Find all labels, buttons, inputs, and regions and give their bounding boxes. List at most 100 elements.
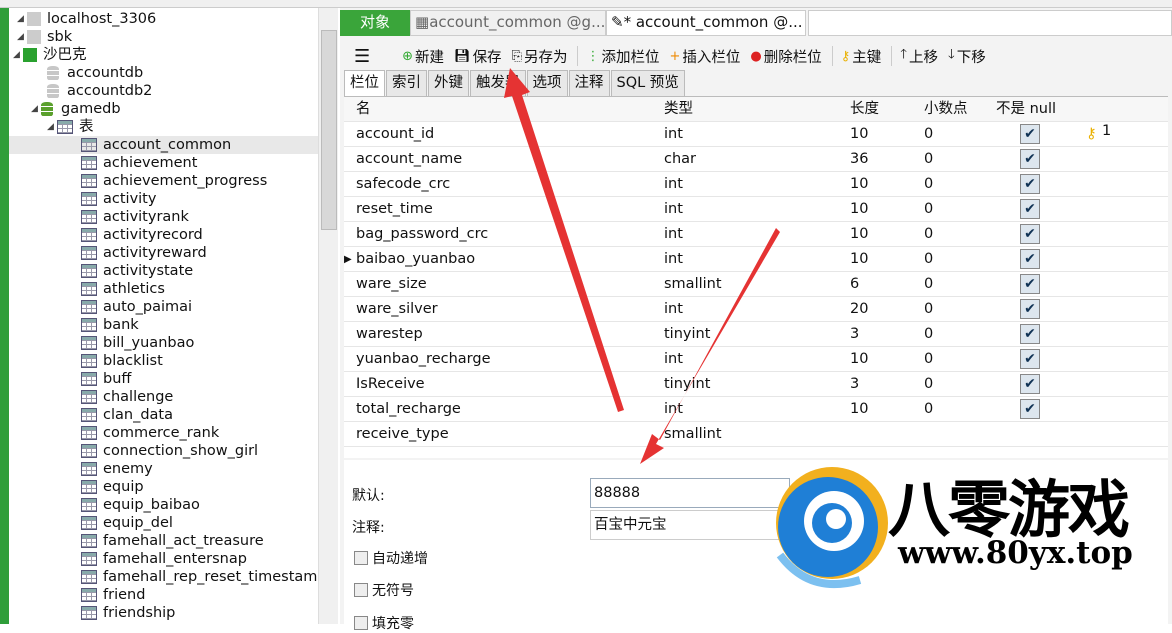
table-item-bill-yuanbao[interactable]: bill_yuanbao xyxy=(81,334,194,352)
table-row[interactable]: bag_password_crc int 10 0 ✔ xyxy=(344,222,1168,247)
primary-key-button[interactable]: ⚷ 主键 xyxy=(841,46,882,67)
column-header[interactable]: 类型 xyxy=(664,97,693,122)
table-item-activitystate[interactable]: activitystate xyxy=(81,262,193,280)
cell-len[interactable]: 20 xyxy=(850,297,868,322)
table-item-connection-show-girl[interactable]: connection_show_girl xyxy=(81,442,258,460)
connection-shabake[interactable]: ◢ 沙巴克 xyxy=(13,46,87,64)
subtab-1[interactable]: 索引 xyxy=(386,70,427,96)
cell-len[interactable]: 36 xyxy=(850,147,868,172)
table-row[interactable]: ▶ baibao_yuanbao int 10 0 ✔ xyxy=(344,247,1168,272)
table-row[interactable]: IsReceive tinyint 3 0 ✔ xyxy=(344,372,1168,397)
cell-name[interactable]: bag_password_crc xyxy=(356,222,488,247)
cell-dec[interactable]: 0 xyxy=(924,247,933,272)
cell-type[interactable]: tinyint xyxy=(664,372,710,397)
not-null-checkbox[interactable]: ✔ xyxy=(1020,324,1040,344)
cell-len[interactable]: 10 xyxy=(850,347,868,372)
not-null-checkbox[interactable]: ✔ xyxy=(1020,274,1040,294)
cell-name[interactable]: safecode_crc xyxy=(356,172,450,197)
tab-account-common[interactable]: ▦account_common @g... xyxy=(410,10,606,36)
table-item-clan-data[interactable]: clan_data xyxy=(81,406,173,424)
cell-len[interactable]: 10 xyxy=(850,172,868,197)
table-item-equip[interactable]: equip xyxy=(81,478,144,496)
table-row[interactable]: total_recharge int 10 0 ✔ xyxy=(344,397,1168,422)
cell-name[interactable]: account_name xyxy=(356,147,462,172)
table-item-friend[interactable]: friend xyxy=(81,586,145,604)
table-row[interactable]: yuanbao_recharge int 10 0 ✔ xyxy=(344,347,1168,372)
table-item-blacklist[interactable]: blacklist xyxy=(81,352,163,370)
cell-dec[interactable]: 0 xyxy=(924,272,933,297)
comment-input[interactable]: 百宝中元宝 xyxy=(590,510,790,540)
cell-len[interactable]: 10 xyxy=(850,397,868,422)
subtab-4[interactable]: 选项 xyxy=(526,70,568,96)
table-item-auto-paimai[interactable]: auto_paimai xyxy=(81,298,192,316)
cell-name[interactable]: yuanbao_recharge xyxy=(356,347,491,372)
sidebar-scrollbar[interactable] xyxy=(318,8,338,624)
cell-len[interactable]: 6 xyxy=(850,272,859,297)
not-null-checkbox[interactable]: ✔ xyxy=(1020,374,1040,394)
cell-name[interactable]: warestep xyxy=(356,322,423,347)
cell-type[interactable]: int xyxy=(664,297,683,322)
move-down-button[interactable]: 🡓 下移 xyxy=(948,45,986,67)
database-gamedb[interactable]: ◢ gamedb xyxy=(31,100,121,118)
expand-triangle-icon[interactable]: ◢ xyxy=(17,28,27,46)
cell-dec[interactable]: 0 xyxy=(924,347,933,372)
cell-type[interactable]: int xyxy=(664,397,683,422)
table-item-achievement-progress[interactable]: achievement_progress xyxy=(81,172,267,190)
zerofill-checkbox[interactable]: 填充零 xyxy=(354,613,414,633)
table-row[interactable]: account_id int 10 0 ✔ ⚷ 1 xyxy=(344,122,1168,147)
table-item-commerce-rank[interactable]: commerce_rank xyxy=(81,424,219,442)
cell-name[interactable]: ware_silver xyxy=(356,297,438,322)
table-item-famehall-entersnap[interactable]: famehall_entersnap xyxy=(81,550,247,568)
cell-type[interactable]: int xyxy=(664,222,683,247)
cell-dec[interactable]: 0 xyxy=(924,122,933,147)
scrollbar-thumb[interactable] xyxy=(321,30,337,230)
cell-len[interactable]: 3 xyxy=(850,372,859,397)
tab-objects[interactable]: 对象 xyxy=(340,10,410,36)
connection-localhost[interactable]: ◢ localhost_3306 xyxy=(17,10,156,28)
table-row[interactable]: receive_type smallint xyxy=(344,422,1168,447)
table-item-equip-baibao[interactable]: equip_baibao xyxy=(81,496,200,514)
cell-type[interactable]: int xyxy=(664,247,683,272)
cell-len[interactable]: 3 xyxy=(850,322,859,347)
subtab-6[interactable]: SQL 预览 xyxy=(610,70,685,96)
table-row[interactable]: account_name char 36 0 ✔ xyxy=(344,147,1168,172)
table-item-buff[interactable]: buff xyxy=(81,370,131,388)
table-row[interactable]: warestep tinyint 3 0 ✔ xyxy=(344,322,1168,347)
cell-type[interactable]: int xyxy=(664,172,683,197)
cell-dec[interactable]: 0 xyxy=(924,372,933,397)
table-item-friendship[interactable]: friendship xyxy=(81,604,175,622)
not-null-checkbox[interactable]: ✔ xyxy=(1020,174,1040,194)
add-field-button[interactable]: ⋮ 添加栏位 xyxy=(586,46,659,67)
not-null-checkbox[interactable]: ✔ xyxy=(1020,124,1040,144)
expand-triangle-icon[interactable]: ◢ xyxy=(31,100,41,118)
table-item-famehall-rep-reset-timestam[interactable]: famehall_rep_reset_timestam xyxy=(81,568,317,586)
subtab-0[interactable]: 栏位 xyxy=(344,70,385,97)
cell-type[interactable]: int xyxy=(664,122,683,147)
cell-name[interactable]: receive_type xyxy=(356,422,449,447)
column-header[interactable]: 长度 xyxy=(850,97,879,122)
cell-type[interactable]: tinyint xyxy=(664,322,710,347)
cell-dec[interactable]: 0 xyxy=(924,172,933,197)
cell-len[interactable]: 10 xyxy=(850,222,868,247)
cell-dec[interactable]: 0 xyxy=(924,222,933,247)
table-item-achievement[interactable]: achievement xyxy=(81,154,197,172)
table-item-enemy[interactable]: enemy xyxy=(81,460,153,478)
tables-folder[interactable]: ◢ 表 xyxy=(47,118,94,136)
cell-name[interactable]: total_recharge xyxy=(356,397,461,422)
subtab-5[interactable]: 注释 xyxy=(568,70,610,96)
cell-type[interactable]: char xyxy=(664,147,696,172)
not-null-checkbox[interactable]: ✔ xyxy=(1020,249,1040,269)
unsigned-checkbox[interactable]: 无符号 xyxy=(354,580,414,600)
cell-type[interactable]: int xyxy=(664,347,683,372)
cell-dec[interactable]: 0 xyxy=(924,397,933,422)
tab-account-common-design[interactable]: ✎* account_common @... xyxy=(606,10,806,36)
table-item-activity[interactable]: activity xyxy=(81,190,156,208)
database-accountdb[interactable]: accountdb xyxy=(47,64,143,82)
table-item-athletics[interactable]: athletics xyxy=(81,280,165,298)
cell-type[interactable]: smallint xyxy=(664,272,722,297)
table-item-equip-del[interactable]: equip_del xyxy=(81,514,173,532)
expand-triangle-icon[interactable]: ◢ xyxy=(47,118,57,136)
subtab-3[interactable]: 触发器 xyxy=(470,70,526,96)
delete-field-button[interactable]: ● 删除栏位 xyxy=(750,46,821,67)
not-null-checkbox[interactable]: ✔ xyxy=(1020,149,1040,169)
